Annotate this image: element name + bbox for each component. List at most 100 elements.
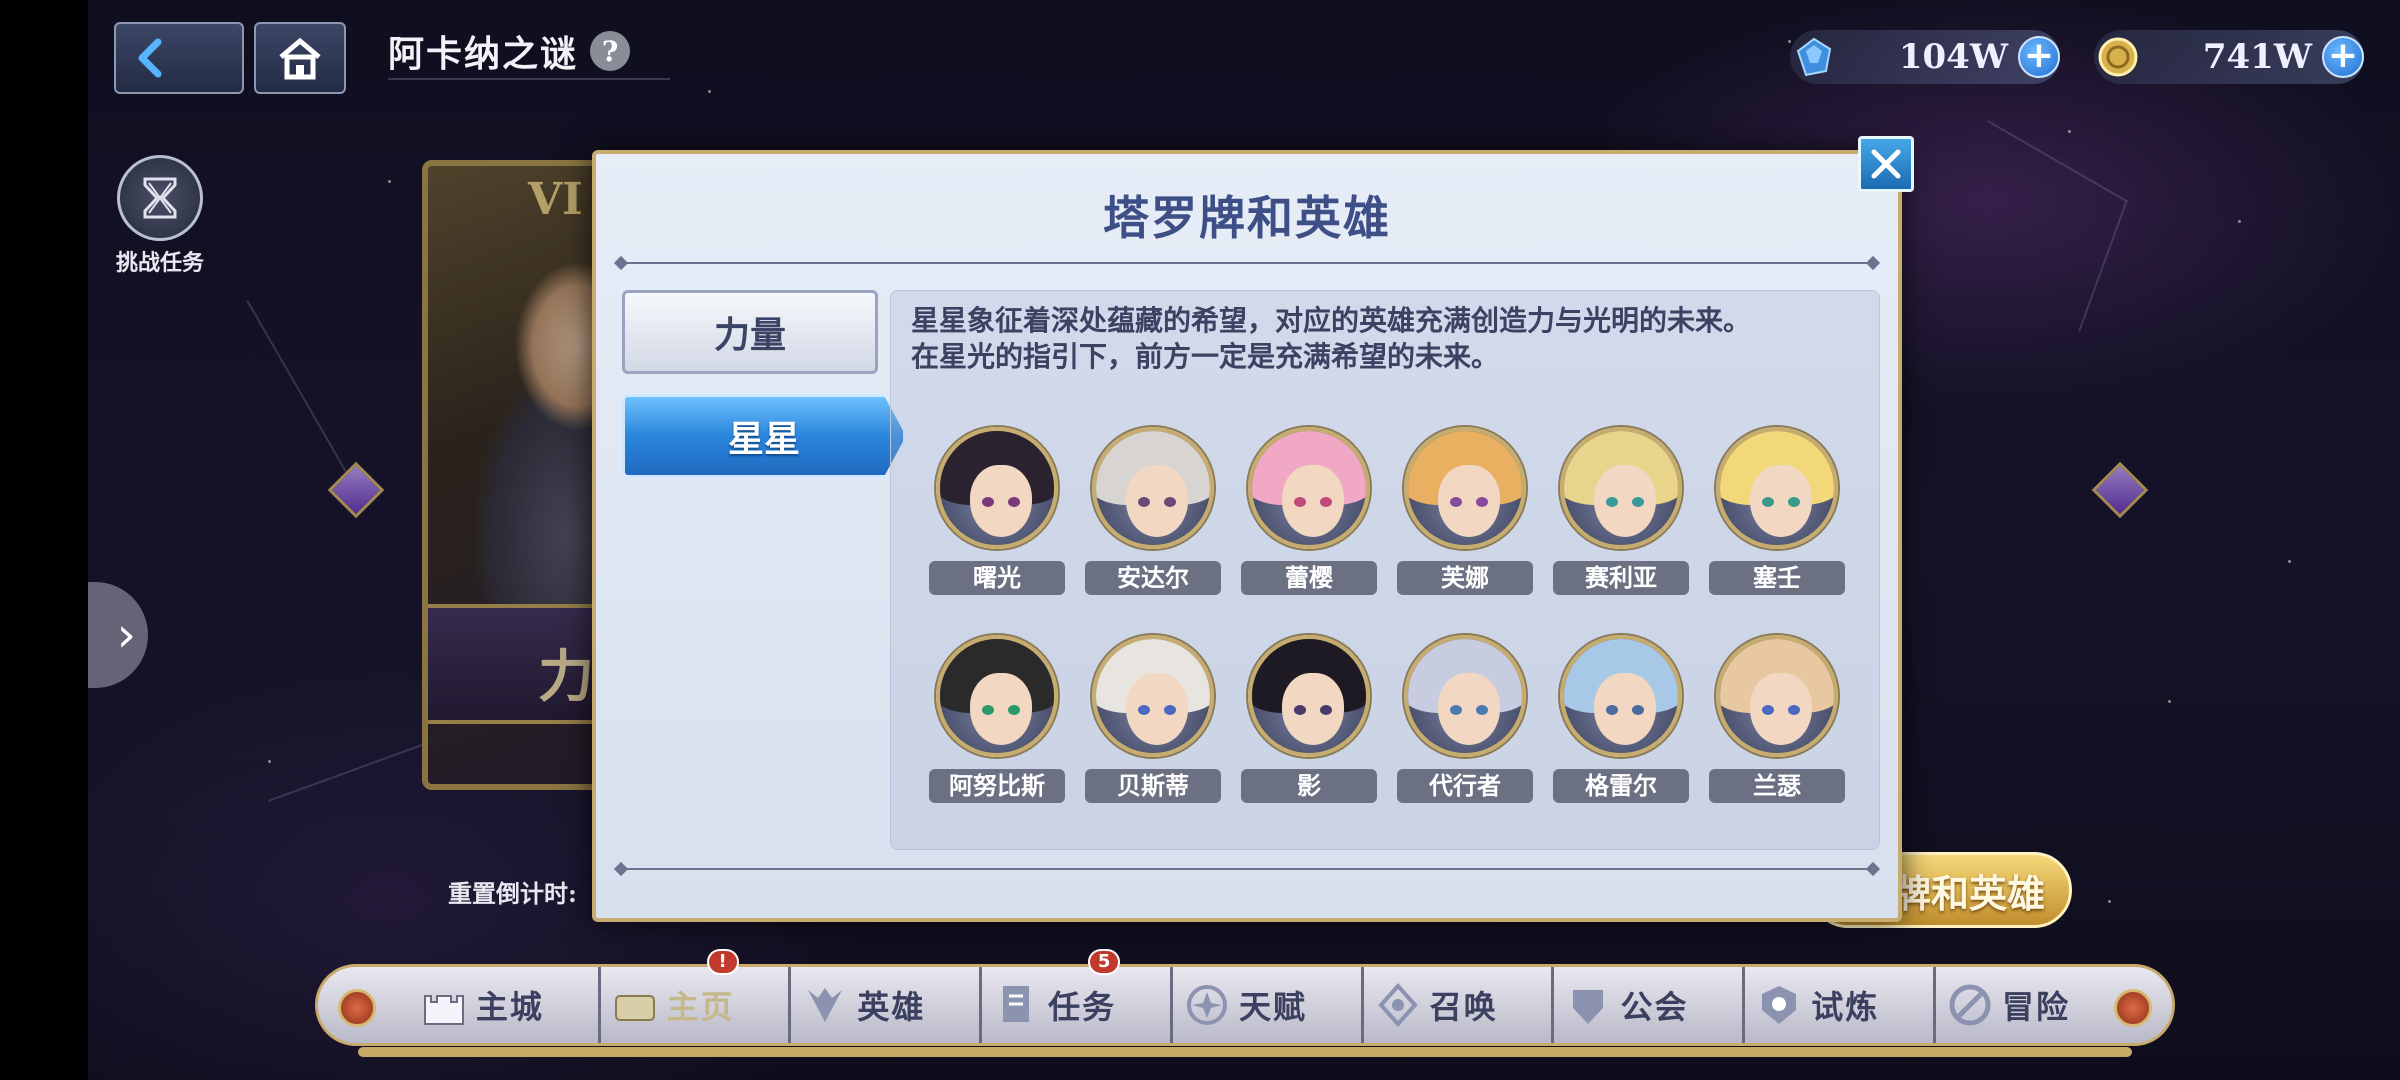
nav-label: 公会: [1620, 988, 1689, 1026]
add-crystal-button[interactable]: +: [2018, 36, 2060, 78]
nav-home[interactable]: 主页 !: [597, 949, 745, 1043]
hero-name: 塞壬: [1709, 561, 1845, 595]
nav-adventure[interactable]: 冒险: [1933, 967, 2080, 1043]
talent-icon: [1183, 981, 1231, 1029]
hero-card[interactable]: 兰瑟: [1709, 635, 1845, 803]
nav-label: 主页: [666, 988, 735, 1026]
hero-card[interactable]: 代行者: [1397, 635, 1533, 803]
notification-badge: !: [706, 949, 739, 975]
gold-coin-icon: [2094, 33, 2142, 81]
crystal-icon: [1790, 33, 1838, 81]
hero-portrait: [1716, 427, 1838, 549]
divider: [620, 262, 1874, 264]
nav-label: 英雄: [857, 988, 926, 1026]
hero-name: 贝斯蒂: [1085, 769, 1221, 803]
hero-card[interactable]: 赛利亚: [1553, 427, 1689, 595]
quest-icon: [992, 981, 1040, 1029]
hero-card[interactable]: 塞壬: [1709, 427, 1845, 595]
bottom-nav: 主城 主页 ! 英雄 任务 5 天赋 召唤 公会 试炼 冒险: [315, 949, 2175, 1057]
hero-name: 蕾樱: [1241, 561, 1377, 595]
nav-heroes[interactable]: 英雄: [788, 967, 935, 1043]
hero-card[interactable]: 格雷尔: [1553, 635, 1689, 803]
nav-cap-left: [338, 989, 376, 1027]
guild-icon: [1564, 981, 1612, 1029]
hero-content-panel: 星星象征着深处蕴藏的希望，对应的英雄充满创造力与光明的未来。 在星光的指引下，前…: [890, 290, 1880, 850]
summon-icon: [1374, 981, 1422, 1029]
hero-portrait: [1092, 635, 1214, 757]
hero-icon: [801, 981, 849, 1029]
challenge-task-button[interactable]: 挑战任务: [110, 155, 210, 277]
hourglass-icon: [117, 155, 203, 241]
arrow-left-icon: [138, 38, 162, 78]
tab-strength[interactable]: 力量: [622, 290, 878, 374]
hero-name: 阿努比斯: [929, 769, 1065, 803]
gold-amount: 741W: [2202, 37, 2312, 77]
hero-portrait: [1560, 427, 1682, 549]
nav-label: 主城: [475, 988, 544, 1026]
hero-card[interactable]: 曙光: [929, 427, 1065, 595]
hero-portrait: [1248, 427, 1370, 549]
hero-portrait: [1404, 635, 1526, 757]
card-description: 星星象征着深处蕴藏的希望，对应的英雄充满创造力与光明的未来。 在星光的指引下，前…: [911, 303, 1871, 375]
challenge-task-label: 挑战任务: [115, 250, 204, 276]
adventure-icon: [1946, 981, 1994, 1029]
home-icon: [279, 37, 321, 80]
hero-card[interactable]: 安达尔: [1085, 427, 1221, 595]
close-icon: [1871, 149, 1901, 179]
nav-trial[interactable]: 试炼: [1742, 967, 1889, 1043]
page-header: 阿卡纳之谜 ?: [388, 24, 671, 80]
back-button[interactable]: [114, 22, 244, 94]
hero-name: 影: [1241, 769, 1377, 803]
nav-cap-right: [2114, 989, 2152, 1027]
nav-label: 召唤: [1429, 988, 1498, 1026]
hero-card[interactable]: 影: [1241, 635, 1377, 803]
nav-label: 天赋: [1238, 988, 1307, 1026]
hero-name: 安达尔: [1085, 561, 1221, 595]
tab-strength-label: 力量: [713, 314, 786, 356]
crystal-amount: 104W: [1898, 37, 2008, 77]
nav-talent[interactable]: 天赋: [1169, 967, 1317, 1043]
hero-name: 曙光: [929, 561, 1065, 595]
hero-portrait: [1404, 427, 1526, 549]
tarot-heroes-modal: 塔罗牌和英雄 力量 星星 星星象征着深处蕴藏的希望，对应的英雄充满创造力与光明的…: [592, 150, 1902, 922]
divider: [620, 868, 1874, 870]
hero-card[interactable]: 芙娜: [1397, 427, 1533, 595]
currency-crystal: 104W +: [1790, 30, 2060, 84]
nav-label: 冒险: [2002, 988, 2071, 1026]
tab-star-label: 星星: [727, 418, 800, 460]
home-button[interactable]: [254, 22, 346, 94]
modal-title: 塔罗牌和英雄: [1103, 191, 1391, 245]
hero-name: 芙娜: [1397, 561, 1533, 595]
notification-badge: 5: [1088, 949, 1121, 975]
description-line-1: 星星象征着深处蕴藏的希望，对应的英雄充满创造力与光明的未来。: [911, 304, 1752, 337]
close-button[interactable]: [1858, 136, 1914, 192]
currency-gold: 741W +: [2094, 30, 2364, 84]
castle-icon: [420, 981, 468, 1029]
help-icon[interactable]: ?: [590, 31, 631, 71]
nav-label: 任务: [1048, 988, 1117, 1026]
hero-portrait: [1716, 635, 1838, 757]
hero-portrait: [936, 635, 1058, 757]
hero-name: 兰瑟: [1709, 769, 1845, 803]
hero-name: 赛利亚: [1553, 561, 1689, 595]
hero-card[interactable]: 蕾樱: [1241, 427, 1377, 595]
hero-card[interactable]: 阿努比斯: [929, 635, 1065, 803]
nav-label: 试炼: [1811, 988, 1880, 1026]
hero-portrait: [936, 427, 1058, 549]
add-gold-button[interactable]: +: [2322, 36, 2364, 78]
treasure-icon: [611, 981, 659, 1029]
tarot-and-heroes-button-label: 牌和英雄: [1892, 870, 2045, 916]
description-line-2: 在星光的指引下，前方一定是充满希望的未来。: [911, 340, 1500, 373]
hero-portrait: [1092, 427, 1214, 549]
tab-star[interactable]: 星星: [622, 394, 906, 478]
hero-portrait: [1560, 635, 1682, 757]
reset-countdown-label: 重置倒计时:: [448, 879, 577, 908]
hero-card[interactable]: 贝斯蒂: [1085, 635, 1221, 803]
hero-portrait: [1248, 635, 1370, 757]
hero-name: 代行者: [1397, 769, 1533, 803]
nav-summon[interactable]: 召唤: [1360, 967, 1508, 1043]
nav-guild[interactable]: 公会: [1551, 967, 1698, 1043]
nav-main-city[interactable]: 主城: [410, 967, 554, 1043]
hero-name: 格雷尔: [1553, 769, 1689, 803]
nav-quests[interactable]: 任务 5: [979, 949, 1126, 1043]
